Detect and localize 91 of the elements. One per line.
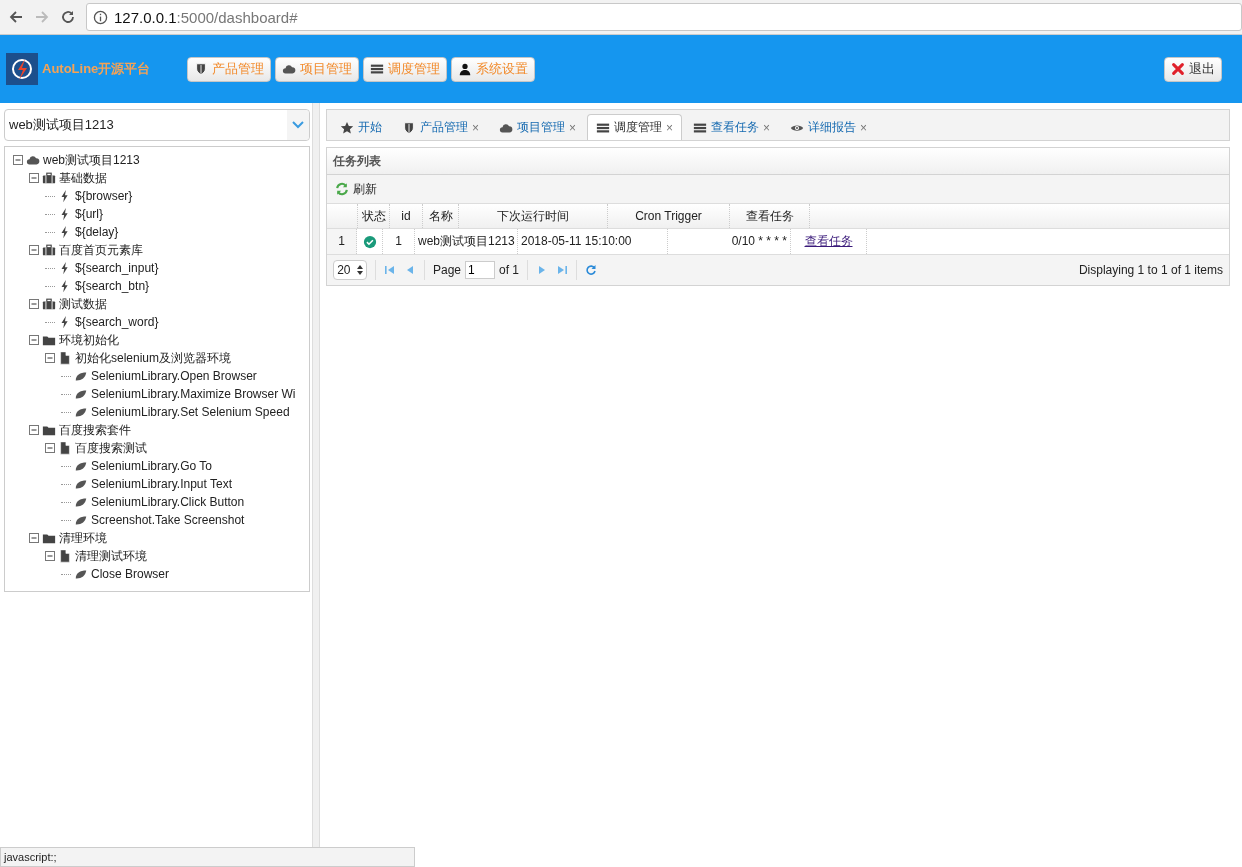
tree-item[interactable]: ${search_input}: [75, 261, 159, 275]
tree-item[interactable]: 百度搜索套件: [59, 421, 131, 439]
briefcase-icon: [42, 297, 56, 311]
collapse-toggle-icon[interactable]: [45, 353, 55, 363]
collapse-toggle-icon[interactable]: [29, 245, 39, 255]
tree-item[interactable]: Close Browser: [91, 567, 170, 581]
column-header[interactable]: 下次运行时间: [459, 204, 608, 228]
tree-item[interactable]: SeleniumLibrary.Maximize Browser Wi: [91, 387, 296, 401]
collapse-toggle-icon[interactable]: [45, 551, 55, 561]
tree-item[interactable]: 初始化selenium及浏览器环境: [75, 349, 232, 367]
tree-item[interactable]: SeleniumLibrary.Open Browser: [91, 369, 257, 383]
tab[interactable]: 调度管理 ×: [587, 114, 683, 140]
app-name: AutoLine开源平台: [42, 60, 152, 78]
reload-icon[interactable]: [60, 9, 76, 25]
tree-item[interactable]: web测试项目1213: [43, 151, 140, 169]
logout-button[interactable]: 退出: [1164, 56, 1222, 82]
tree-item[interactable]: ${url}: [75, 207, 104, 221]
tab[interactable]: 详细报告 ×: [781, 114, 877, 140]
page-input[interactable]: 1: [465, 261, 496, 279]
file-icon: [58, 549, 72, 563]
file-icon: [58, 441, 72, 455]
briefcase-icon: [42, 243, 56, 257]
lightning-logo-icon: [6, 53, 38, 85]
user-icon: [458, 62, 472, 76]
address-text: 127.0.0.1:5000/dashboard#: [114, 8, 298, 26]
refresh-icon: [335, 182, 349, 196]
tree-item[interactable]: SeleniumLibrary.Go To: [91, 459, 212, 473]
tree-item[interactable]: ${search_btn}: [75, 279, 150, 293]
shield-icon: [402, 120, 416, 135]
tree-item[interactable]: 百度首页元素库: [59, 241, 143, 259]
tree-item[interactable]: SeleniumLibrary.Click Button: [91, 495, 245, 509]
close-icon: [1171, 62, 1185, 76]
tree-item[interactable]: 测试数据: [59, 295, 107, 313]
tree-item[interactable]: Screenshot.Take Screenshot: [91, 513, 245, 527]
column-header[interactable]: 查看任务: [730, 204, 810, 228]
address-bar[interactable]: 127.0.0.1:5000/dashboard#: [86, 3, 1242, 31]
page-count: of 1: [499, 263, 520, 277]
collapse-toggle-icon[interactable]: [45, 443, 55, 453]
table-cell: web测试项目1213: [415, 229, 518, 254]
list-icon: [370, 62, 384, 76]
table-cell: 2018-05-11 15:10:00: [518, 229, 668, 254]
close-tab-button[interactable]: ×: [569, 120, 577, 135]
link-status-tooltip: javascript:;: [0, 847, 415, 867]
page-label: Page: [433, 263, 462, 277]
table-cell: 1: [383, 229, 415, 254]
tree-item[interactable]: SeleniumLibrary.Input Text: [91, 477, 232, 491]
tree-item[interactable]: 百度搜索测试: [75, 439, 147, 457]
collapse-toggle-icon[interactable]: [29, 299, 39, 309]
tree-item[interactable]: 环境初始化: [59, 331, 119, 349]
column-header[interactable]: 状态: [358, 204, 390, 228]
table-cell: 0/10 * * * *: [668, 229, 791, 254]
tab[interactable]: 查看任务 ×: [684, 114, 780, 140]
collapse-toggle-icon[interactable]: [29, 173, 39, 183]
column-header[interactable]: id: [390, 204, 423, 228]
close-tab-button[interactable]: ×: [763, 120, 771, 135]
column-header[interactable]: Cron Trigger: [608, 204, 730, 228]
tree-item[interactable]: 清理环境: [59, 529, 107, 547]
star-icon: [340, 120, 354, 135]
row-number: 1: [327, 229, 357, 254]
cloud-icon: [26, 153, 40, 167]
tree-item[interactable]: SeleniumLibrary.Set Selenium Speed: [91, 405, 290, 419]
chevron-down-icon: [292, 121, 304, 129]
file-icon: [58, 351, 72, 365]
close-tab-button[interactable]: ×: [666, 120, 674, 135]
tree-item[interactable]: 清理测试环境: [75, 547, 147, 565]
tree-item[interactable]: ${browser}: [75, 189, 133, 203]
tab[interactable]: 产品管理 ×: [393, 114, 488, 140]
tree-item[interactable]: ${delay}: [75, 225, 119, 239]
refresh-button[interactable]: 刷新: [333, 180, 379, 198]
pager-summary: Displaying 1 to 1 of 1 items: [1078, 263, 1223, 277]
collapse-toggle-icon[interactable]: [13, 155, 23, 165]
tab[interactable]: 项目管理 ×: [490, 114, 586, 140]
back-icon[interactable]: [8, 9, 24, 25]
tree-item[interactable]: ${search_word}: [75, 315, 159, 329]
info-icon[interactable]: [93, 9, 108, 25]
briefcase-icon: [42, 171, 56, 185]
spinner-arrows-icon: [356, 265, 363, 275]
view-task-link[interactable]: 查看任务: [804, 229, 853, 254]
tree-item[interactable]: 基础数据: [59, 169, 107, 187]
project-select[interactable]: web测试项目1213: [4, 109, 310, 141]
column-header[interactable]: 名称: [423, 204, 459, 228]
close-tab-button[interactable]: ×: [860, 120, 868, 135]
collapse-toggle-icon[interactable]: [29, 335, 39, 345]
close-tab-button[interactable]: ×: [472, 120, 479, 135]
collapse-toggle-icon[interactable]: [29, 425, 39, 435]
collapse-toggle-icon[interactable]: [29, 533, 39, 543]
tab[interactable]: 开始: [331, 114, 391, 140]
reload-icon[interactable]: [585, 264, 598, 276]
page-size-select[interactable]: 20: [333, 260, 367, 280]
cloud-icon: [282, 62, 296, 76]
shield-icon: [194, 62, 208, 76]
